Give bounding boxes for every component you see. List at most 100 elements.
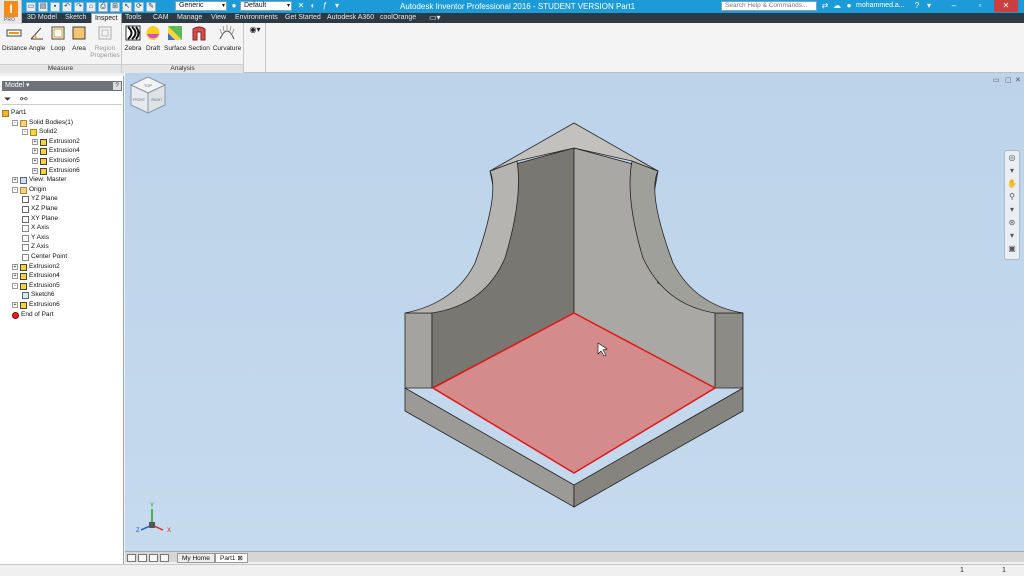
tab-manage[interactable]: Manage	[174, 13, 205, 23]
viewport-restore-icon[interactable]: ▭	[993, 76, 1000, 84]
zoom-dropdown-icon[interactable]: ▾	[1005, 203, 1019, 216]
tab-coolorange[interactable]: coolOrange	[377, 13, 419, 23]
arrange-icon[interactable]	[160, 554, 169, 562]
tile-vertical-icon[interactable]	[138, 554, 147, 562]
viewport-close-icon[interactable]: ✕	[1015, 76, 1021, 84]
tree-item[interactable]: plane-iconYZ Plane	[22, 194, 58, 204]
maximize-icon[interactable]: ▫	[968, 0, 992, 12]
expand-icon[interactable]: +	[12, 273, 18, 280]
tab-tools[interactable]: Tools	[122, 13, 144, 23]
update-icon[interactable]: ⟳	[134, 1, 144, 12]
expand-icon[interactable]: +	[32, 138, 38, 145]
collapse-icon[interactable]: -	[22, 129, 28, 136]
orbit-icon[interactable]: ⊛	[1005, 216, 1019, 229]
open-file-icon[interactable]: ▤	[38, 1, 48, 12]
steering-wheel-icon[interactable]: ◎	[1005, 151, 1019, 164]
material-combo[interactable]: Generic ▾	[175, 1, 227, 11]
tab-sketch[interactable]: Sketch	[62, 13, 89, 23]
help-icon[interactable]: ?	[912, 1, 922, 11]
user-icon[interactable]: ●	[844, 1, 854, 11]
appearance-ball-icon[interactable]: ●	[229, 1, 239, 11]
autodesk-360-icon[interactable]: ☁	[832, 1, 842, 11]
tree-item[interactable]: +extrusion-iconExtrusion6	[32, 166, 80, 175]
cascade-icon[interactable]	[149, 554, 158, 562]
expand-icon[interactable]: +	[12, 263, 18, 270]
tree-item[interactable]: point-iconCenter Point	[22, 252, 67, 261]
clear-appearance-icon[interactable]: ✕	[296, 1, 306, 11]
expand-icon[interactable]: +	[12, 177, 18, 184]
tree-item[interactable]: -folder-iconOrigin	[12, 185, 46, 194]
look-at-icon[interactable]: ▣	[1005, 242, 1019, 255]
section-button[interactable]: Section	[188, 25, 210, 52]
distance-button[interactable]: Distance	[2, 25, 27, 52]
tree-item[interactable]: -extrusion-iconExtrusion5	[12, 281, 60, 290]
save-icon[interactable]: ▪	[50, 1, 60, 12]
expand-icon[interactable]: +	[12, 302, 18, 308]
tree-item[interactable]: +view-iconView: Master	[12, 175, 66, 185]
angle-button[interactable]: Angle	[28, 25, 46, 52]
area-button[interactable]: Area	[70, 25, 88, 52]
redo-icon[interactable]: ↷	[74, 1, 84, 12]
tree-item[interactable]: -solid-body-iconSolid2	[22, 127, 57, 137]
surface-button[interactable]: Surface	[164, 25, 186, 52]
viewport-maximize-icon[interactable]: ▢	[1005, 76, 1012, 84]
tree-item[interactable]: axis-iconZ Axis	[22, 242, 49, 252]
tree-item[interactable]: +extrusion-iconExtrusion4	[12, 271, 60, 281]
find-binoculars-icon[interactable]: ⚯	[20, 94, 28, 105]
browser-header[interactable]: Model ▾ ?	[2, 81, 122, 91]
browser-help-icon[interactable]: ?	[113, 82, 121, 90]
tree-item[interactable]: axis-iconX Axis	[22, 223, 49, 233]
orbit-dropdown-icon[interactable]: ▾	[1005, 229, 1019, 242]
exchange-icon[interactable]: ⇄	[820, 1, 830, 11]
select-icon[interactable]: ↖	[122, 1, 132, 12]
tree-item[interactable]: +extrusion-iconExtrusion5	[32, 156, 80, 165]
graphics-viewport[interactable]: Y X Z ▭ ▢ ✕ TOP FRONT RIGHT ◎ ▾ ✋ ⚲ ▾ ⊛ …	[125, 73, 1024, 551]
ifx-icon[interactable]: ƒ	[320, 1, 330, 11]
tree-item[interactable]: plane-iconXZ Plane	[22, 204, 58, 213]
tab-view[interactable]: View	[208, 13, 229, 23]
tree-item[interactable]: +extrusion-iconExtrusion2	[32, 137, 80, 146]
ribbon-options-icon[interactable]: ◉▾	[246, 25, 264, 34]
appearance-combo[interactable]: Default ▾	[240, 1, 292, 11]
tab-close-icon[interactable]: ⊠	[237, 555, 242, 562]
tree-item[interactable]: +extrusion-iconExtrusion4	[32, 146, 80, 156]
tab-my-home[interactable]: My Home	[177, 553, 215, 563]
measure-quick-icon[interactable]: ⊞	[110, 1, 120, 12]
collapse-icon[interactable]: -	[12, 282, 18, 289]
tab-environments[interactable]: Environments	[232, 13, 281, 23]
tree-item[interactable]: plane-iconXY Plane	[22, 214, 58, 223]
tree-item[interactable]: end-of-part-iconEnd of Part	[12, 310, 54, 319]
tree-item[interactable]: +extrusion-iconExtrusion6	[12, 300, 60, 309]
tile-horizontal-icon[interactable]	[127, 554, 136, 562]
tab-get-started[interactable]: Get Started	[282, 13, 324, 23]
nav-dropdown-icon[interactable]: ▾	[1005, 164, 1019, 177]
filter-icon[interactable]: ⏷	[4, 94, 11, 105]
tree-item[interactable]: -folder-iconSolid Bodies(1)	[12, 118, 73, 127]
adjust-icon[interactable]: ◐	[308, 1, 318, 11]
curvature-button[interactable]: Curvature	[212, 25, 242, 52]
collapse-icon[interactable]: -	[12, 186, 18, 193]
pan-icon[interactable]: ✋	[1005, 177, 1019, 190]
tab-autodesk-a360[interactable]: Autodesk A360	[324, 13, 377, 23]
tab-3d-model[interactable]: 3D Model	[24, 13, 60, 23]
user-name[interactable]: mohammed.a...	[856, 2, 905, 9]
loop-button[interactable]: Loop	[49, 25, 67, 52]
search-input[interactable]: Search Help & Commands...	[721, 1, 817, 11]
search-icon[interactable]: ⚲	[809, 1, 817, 11]
tab-inspect[interactable]: Inspect	[91, 13, 122, 23]
tree-item[interactable]: +extrusion-iconExtrusion2	[12, 262, 60, 271]
zebra-button[interactable]: Zebra	[124, 25, 142, 52]
sketch-quick-icon[interactable]: ✎	[146, 1, 156, 12]
undo-icon[interactable]: ↶	[62, 1, 72, 12]
tree-item[interactable]: axis-iconY Axis	[22, 233, 49, 242]
zoom-icon[interactable]: ⚲	[1005, 190, 1019, 203]
new-file-icon[interactable]: ▭	[26, 1, 36, 12]
region-properties-button[interactable]: Region Properties	[90, 25, 120, 59]
close-icon[interactable]: ✕	[994, 0, 1018, 12]
collapse-icon[interactable]: -	[12, 119, 18, 126]
home-icon[interactable]: ⌂	[86, 1, 96, 12]
tree-item[interactable]: part-iconPart1	[2, 108, 27, 117]
draft-button[interactable]: Draft	[144, 25, 162, 52]
help-menu-icon[interactable]: ▾	[924, 1, 934, 11]
ribbon-toggle-icon[interactable]: ▭▾	[426, 13, 444, 23]
